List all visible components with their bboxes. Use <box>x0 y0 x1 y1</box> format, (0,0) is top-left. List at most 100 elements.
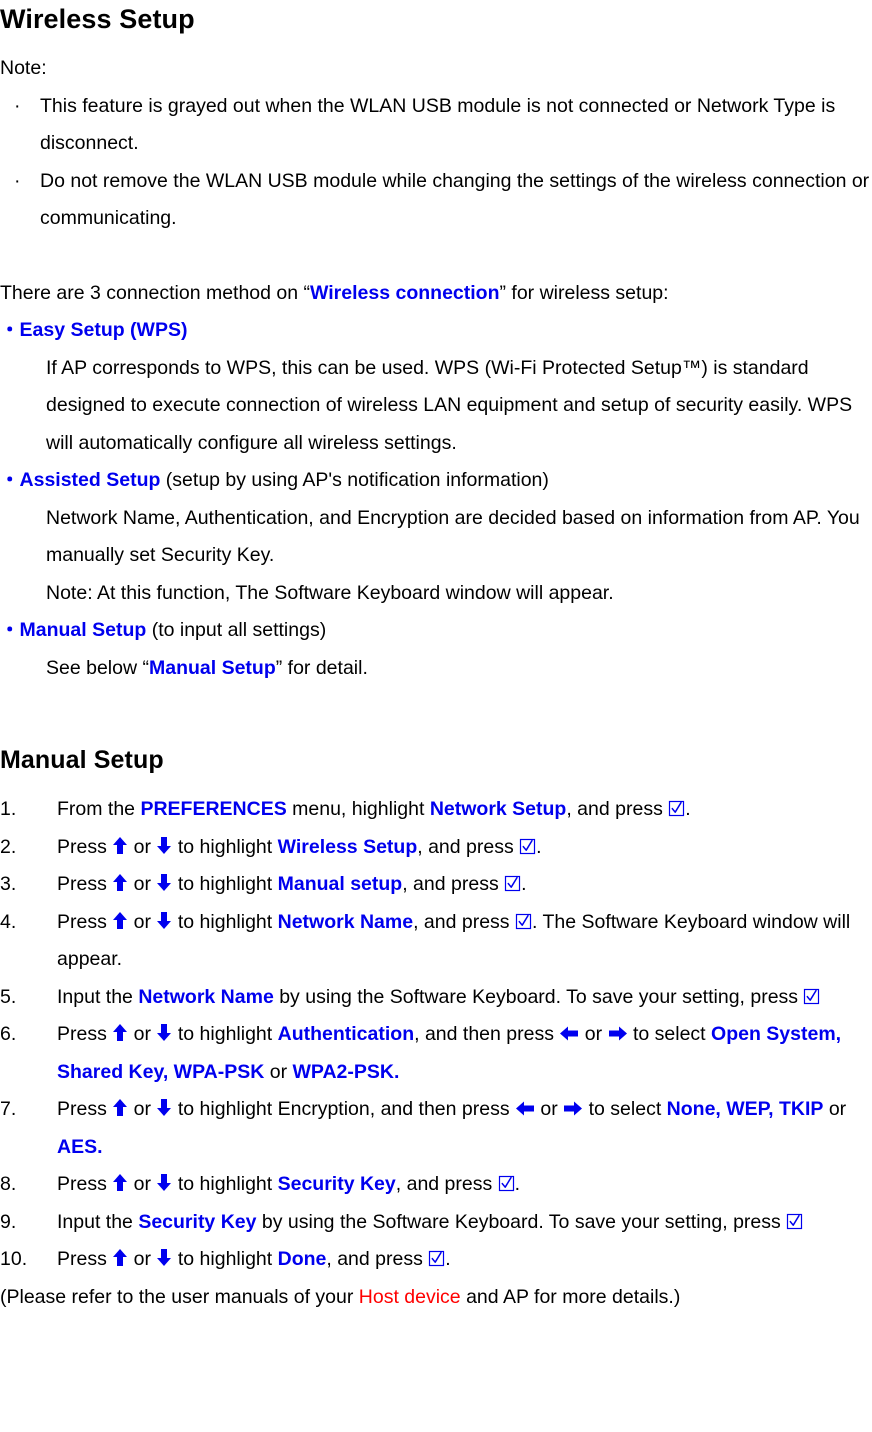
preferences-menu-ref: PREFERENCES <box>140 798 287 820</box>
txt: or <box>823 1098 847 1120</box>
txt: . <box>536 835 542 858</box>
arrow-right-icon <box>563 1100 583 1117</box>
security-key-ref: Security Key <box>277 1173 396 1195</box>
method-title[interactable]: Easy Setup (WPS) <box>20 319 188 341</box>
method-title-row: ・Manual Setup (to input all settings) <box>0 612 872 650</box>
list-item: 4. Press or to highlight Network Name, an… <box>0 904 872 979</box>
manual-setup-link[interactable]: Manual Setup <box>149 657 276 679</box>
txt: to highlight <box>172 1248 278 1270</box>
encryption-ref: Encryption <box>277 1098 370 1120</box>
list-item: 5. Input the Network Name by using the So… <box>0 979 872 1017</box>
authentication-ref: Authentication <box>277 1023 415 1045</box>
bullet-dot-icon: ・ <box>0 619 20 641</box>
txt: , and then press <box>414 1023 560 1045</box>
wireless-connection-link[interactable]: Wireless connection <box>310 282 499 304</box>
list-item: 7. Press or to highlight Encryption, and … <box>0 1091 872 1166</box>
method-title[interactable]: Manual Setup <box>20 619 147 641</box>
step-number: 2. <box>0 835 17 858</box>
list-item: 1. From the PREFERENCES menu, highlight N… <box>0 791 872 829</box>
step-text: Press or to highlight Encryption, and th… <box>57 1098 846 1158</box>
note-label: Note: <box>0 57 47 79</box>
txt: or <box>128 1173 157 1195</box>
txt: to select <box>627 1023 712 1045</box>
list-item: 10. Press or to highlight Done, and press… <box>0 1241 872 1279</box>
method-title-row: ・Assisted Setup (setup by using AP's not… <box>0 462 872 500</box>
txt: or <box>128 910 157 933</box>
see-below-after: ” for detail. <box>275 656 368 679</box>
method-title-suffix: (setup by using AP's notification inform… <box>160 469 549 491</box>
document-page: Wireless Setup Note: · This feature is g… <box>0 0 872 1432</box>
step-text: Press or to highlight Security Key, and … <box>57 1173 520 1195</box>
security-key-ref: Security Key <box>138 1210 257 1233</box>
method-description: If AP corresponds to WPS, this can be us… <box>46 356 853 454</box>
arrow-up-icon <box>112 1023 128 1042</box>
step-number: 10. <box>0 1248 28 1270</box>
step-text: Input the Security Key by using the Soft… <box>57 1211 803 1233</box>
txt: by using the Software Keyboard. To save … <box>273 985 804 1008</box>
encryption-option-aes-ref: AES. <box>57 1135 103 1158</box>
step-text: Press or to highlight Manual setup, and … <box>57 873 527 895</box>
step-text: Press or to highlight Done, and press . <box>57 1248 451 1270</box>
done-ref: Done <box>277 1248 327 1270</box>
step-text: Input the Network Name by using the Soft… <box>57 986 820 1008</box>
txt: menu, highlight <box>286 798 430 820</box>
intro-before: There are 3 connection method on “ <box>0 281 311 304</box>
txt: by using the Software Keyboard. To save … <box>256 1210 787 1233</box>
step-number: 5. <box>0 985 17 1008</box>
arrow-left-icon <box>559 1025 579 1042</box>
closing-before: (Please refer to the user manuals of you… <box>0 1285 359 1308</box>
arrow-left-icon <box>515 1100 535 1117</box>
method-title[interactable]: Assisted Setup <box>20 469 161 491</box>
arrow-up-icon <box>112 1248 128 1267</box>
txt: . <box>445 1248 451 1270</box>
list-item: 3. Press or to highlight Manual setup, an… <box>0 866 872 904</box>
checkbox-checked-icon <box>428 1250 445 1267</box>
arrow-down-icon <box>156 911 172 930</box>
bullet-dot-icon: ・ <box>0 469 20 491</box>
list-item: · This feature is grayed out when the WL… <box>0 88 872 163</box>
txt: or <box>579 1023 608 1045</box>
checkbox-checked-icon <box>519 838 536 855</box>
closing-after: and AP for more details.) <box>460 1285 681 1308</box>
txt: Press <box>57 1248 113 1270</box>
step-number: 4. <box>0 910 17 933</box>
txt: or <box>128 835 157 858</box>
bullet-dot-icon: · <box>14 94 21 117</box>
arrow-down-icon <box>156 1098 172 1117</box>
txt: , and press <box>417 835 520 858</box>
arrow-up-icon <box>112 836 128 855</box>
txt: Press <box>57 910 113 933</box>
txt: , and press <box>413 910 515 933</box>
encryption-options-ref: None, WEP, TKIP <box>666 1098 824 1120</box>
txt: to highlight <box>172 873 278 895</box>
step-number: 7. <box>0 1098 17 1120</box>
host-device-ref: Host device <box>358 1285 461 1308</box>
txt: Press <box>57 1173 113 1195</box>
checkbox-checked-icon <box>668 800 685 817</box>
txt: or <box>128 873 157 895</box>
txt: , and press <box>395 1173 498 1195</box>
txt: Press <box>57 835 113 858</box>
step-number: 3. <box>0 873 17 895</box>
txt: . <box>685 798 691 820</box>
list-item: 9. Input the Security Key by using the So… <box>0 1204 872 1242</box>
txt: From the <box>57 798 141 820</box>
txt: to select <box>583 1098 667 1120</box>
method-easy-setup: ・Easy Setup (WPS) If AP corresponds to W… <box>0 312 872 462</box>
network-name-ref: Network Name <box>277 910 414 933</box>
checkbox-checked-icon <box>803 988 820 1005</box>
step-number: 1. <box>0 798 17 820</box>
step-text: From the PREFERENCES menu, highlight Net… <box>57 798 691 820</box>
list-item: 6. Press or to highlight Authentication, … <box>0 1016 872 1091</box>
network-name-ref: Network Name <box>138 985 274 1008</box>
method-description: Network Name, Authentication, and Encryp… <box>46 506 860 567</box>
list-item: 8. Press or to highlight Security Key, an… <box>0 1166 872 1204</box>
txt: to highlight <box>172 835 278 858</box>
checkbox-checked-icon <box>498 1175 515 1192</box>
manual-setup-ref: Manual setup <box>277 873 403 895</box>
method-manual-setup: ・Manual Setup (to input all settings) Se… <box>0 612 872 687</box>
